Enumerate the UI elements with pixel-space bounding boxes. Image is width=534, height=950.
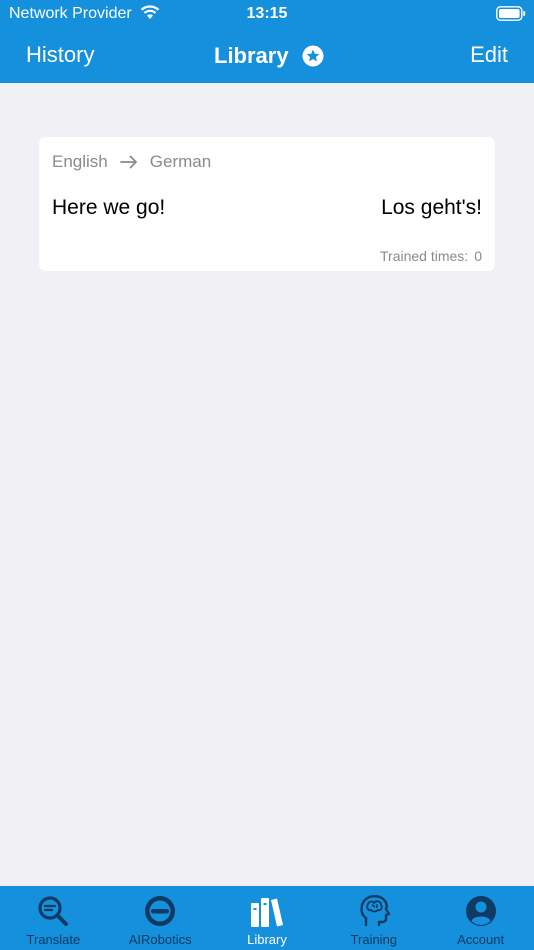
tab-account[interactable]: Account: [427, 886, 534, 950]
user-avatar-icon: [465, 896, 496, 926]
phrase-card[interactable]: English German Here we go! Los geht's! T…: [39, 137, 495, 271]
tab-airobotics[interactable]: AIRobotics: [107, 886, 214, 950]
trained-label: Trained times:: [380, 248, 469, 264]
trained-times: Trained times: 0: [380, 248, 482, 264]
history-button[interactable]: History: [26, 42, 94, 68]
arrow-right-icon: [119, 155, 137, 169]
source-language: English: [52, 152, 108, 171]
tab-bar: Translate AIRobotics Library Training Ac…: [0, 886, 534, 950]
translated-phrase: Los geht's!: [381, 196, 482, 219]
nav-title-group: Library: [214, 42, 324, 70]
top-bar: Network Provider 13:15 History Library E…: [0, 0, 534, 83]
tab-training[interactable]: Training: [320, 886, 427, 950]
status-time: 13:15: [246, 5, 288, 22]
status-bar: Network Provider 13:15: [0, 0, 534, 28]
brain-head-icon: [360, 895, 390, 926]
tab-label: Account: [457, 932, 505, 947]
tab-label: Translate: [26, 932, 81, 947]
books-icon: [250, 898, 283, 927]
language-pair: English German: [52, 152, 211, 172]
battery-icon: [496, 6, 526, 21]
trained-count: 0: [474, 248, 482, 264]
edit-button[interactable]: Edit: [470, 42, 508, 68]
tab-label: Library: [247, 932, 287, 947]
tab-library[interactable]: Library: [214, 886, 321, 950]
magnifier-translate-icon: [38, 896, 69, 926]
tab-translate[interactable]: Translate: [0, 886, 107, 950]
target-language: German: [149, 152, 212, 171]
source-phrase: Here we go!: [52, 196, 166, 219]
page-title: Library: [214, 43, 289, 68]
star-badge-icon[interactable]: [302, 45, 324, 67]
tab-label: AIRobotics: [128, 932, 192, 947]
tab-label: Training: [350, 932, 398, 947]
robot-face-icon: [145, 896, 176, 926]
